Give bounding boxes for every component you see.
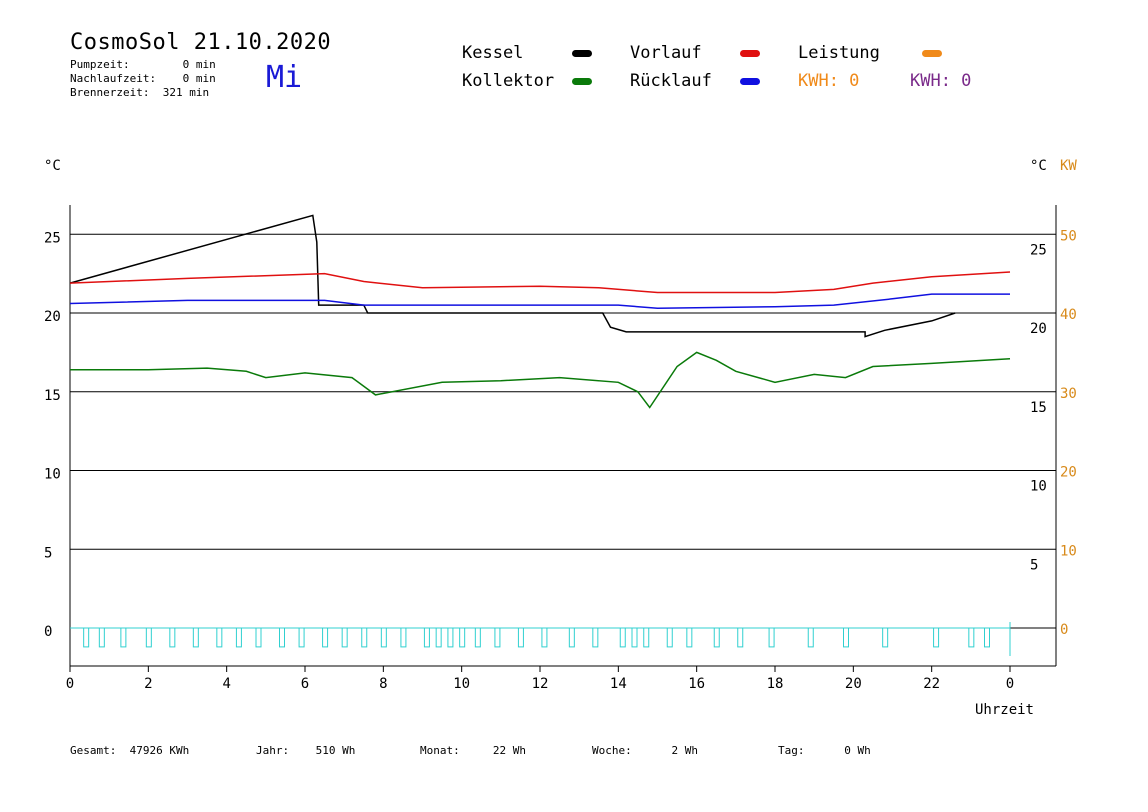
x-tick-label: 6 [301,676,309,692]
y-kw-tick-label: 40 [1060,307,1077,323]
x-tick-label: 8 [379,676,387,692]
y-kw-tick-label: 50 [1060,228,1077,244]
footer-jahr: Jahr: 510 Wh [256,744,356,757]
y-right-unit: °C [1030,158,1047,174]
pump-pulse [843,627,849,648]
y-kw-unit: KW [1060,158,1077,174]
pump-pulse [592,627,599,648]
pump-pulse [541,627,548,648]
pump-pulse [737,627,744,648]
footer-tag: Tag: 0 Wh [778,744,871,757]
x-tick-label: 12 [532,676,549,692]
x-tick-label: 0 [1006,676,1014,692]
y-kw-tick-label: 30 [1060,386,1077,402]
pump-pulse [423,627,430,648]
pump-pulse [279,627,285,648]
pump-pulse [494,627,501,648]
pump-pulse [768,627,775,648]
pump-pulse [341,627,348,648]
x-tick-label: 16 [688,676,705,692]
pump-pulse [568,627,575,648]
pump-pulse [298,627,305,648]
y-kw-tick-label: 10 [1060,543,1077,559]
pump-pulse [619,627,626,648]
footer-woche: Woche: 2 Wh [592,744,698,757]
y-left-tick-label: 25 [44,230,61,246]
series-line-kollektor [70,351,1011,409]
y-kw-tick-label: 20 [1060,465,1077,481]
pump-pulse [882,627,889,648]
y-right-tick-label: 10 [1030,479,1047,495]
pump-pulse [933,627,940,648]
x-tick-label: 0 [66,676,74,692]
footer-gesamt: Gesamt: 47926 KWh [70,744,190,757]
x-axis-title: Uhrzeit [975,702,1034,718]
pump-pulse [83,627,90,648]
pump-pulse [192,627,199,648]
x-tick-label: 2 [144,676,152,692]
pump-pulse [380,627,387,648]
pump-pulse [361,627,368,648]
pump-pulse [643,627,650,648]
x-tick-label: 18 [767,676,784,692]
pump-pulse [517,627,524,648]
pump-pulse [400,627,407,648]
pump-pulse [145,627,152,648]
y-left-tick-label: 10 [44,467,61,483]
y-left-unit: °C [44,158,61,174]
pump-pulse [447,627,454,648]
y-right-tick-label: 15 [1030,400,1047,416]
y-right-tick-label: 20 [1030,321,1047,337]
pump-pulse [713,627,720,648]
x-tick-label: 4 [222,676,230,692]
pump-pulse [968,627,975,648]
y-left-tick-label: 0 [44,624,52,640]
pump-pulse [984,627,990,648]
x-tick-label: 14 [610,676,627,692]
pump-pulse [686,627,693,648]
series-line-vorlauf [69,271,1011,294]
pump-pulse [98,627,105,648]
y-left-tick-label: 20 [44,309,61,325]
footer-monat: Monat: 22 Wh [420,744,526,757]
x-tick-label: 22 [923,676,940,692]
pump-pulse [235,627,242,648]
pump-pulse [120,627,127,648]
y-left-tick-label: 5 [44,545,52,561]
pump-pulse [459,627,466,648]
temperature-chart: 0 5 10 15 20 25 5 10 15 20 25 0 10 20 30 40 50 °C °C KW 0 2 4 6… [44,158,1077,718]
pump-pulse [666,627,673,648]
y-right-tick-label: 5 [1030,557,1038,573]
pump-pulse [474,627,481,648]
pump-pulse [216,627,223,648]
y-kw-tick-label: 0 [1060,622,1068,638]
series-line-kessel [69,214,956,338]
pump-pulse [255,627,262,648]
pump-pulse [435,627,442,648]
pump-pulse [807,627,814,648]
y-left-tick-label: 15 [44,388,61,404]
pump-pulse [322,627,329,648]
x-tick-label: 10 [453,676,470,692]
series-line-ruecklauf [69,293,1010,310]
pump-pulse [631,627,638,648]
x-tick-label: 20 [845,676,862,692]
pump-pulse [169,627,176,648]
y-right-tick-label: 25 [1030,242,1047,258]
